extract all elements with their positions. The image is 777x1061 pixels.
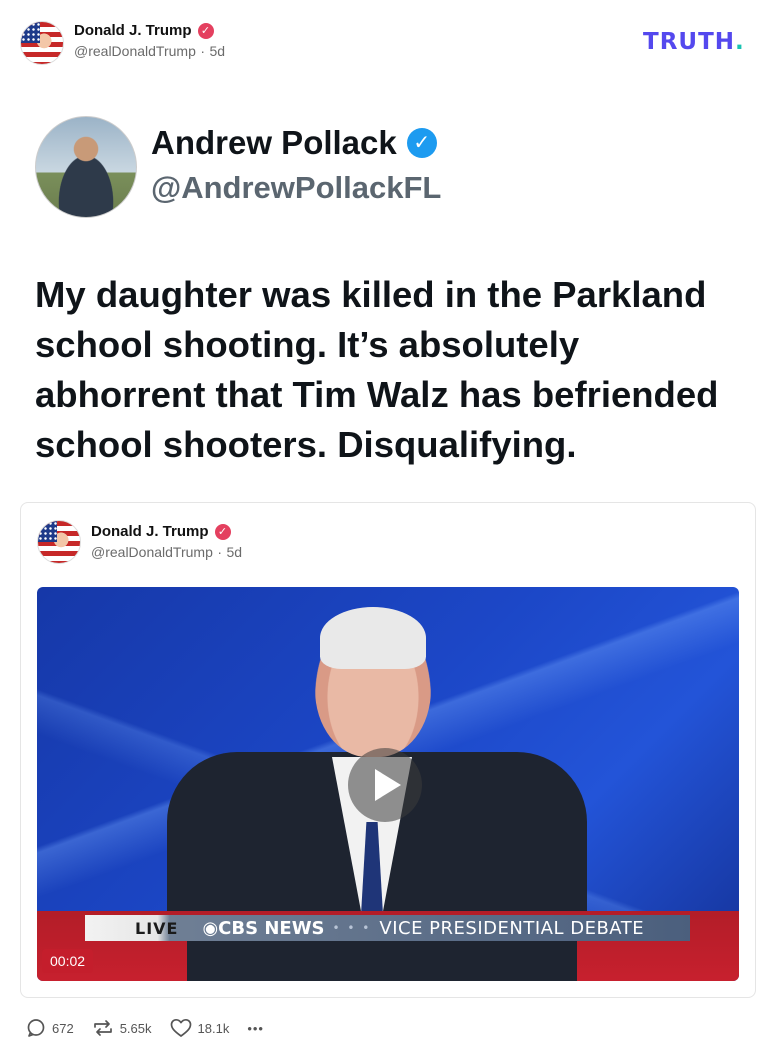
play-button[interactable] [348, 748, 422, 822]
video-speaker-lower [187, 941, 577, 981]
quoted-author-meta: @realDonaldTrump · 5d [91, 544, 242, 562]
more-icon: ••• [247, 1020, 264, 1036]
author-meta: @realDonaldTrump · 5d [74, 43, 225, 61]
play-icon [375, 769, 401, 801]
quoted-author-name[interactable]: Donald J. Trump [91, 523, 209, 540]
like-button[interactable]: 18.1k [170, 1018, 230, 1038]
quoted-author-block: Donald J. Trump ✓ @realDonaldTrump · 5d [91, 523, 242, 562]
video-timestamp: 00:02 [42, 949, 94, 973]
chyron-dots: • • • [332, 921, 372, 935]
quoted-post-card[interactable]: Donald J. Trump ✓ @realDonaldTrump · 5d … [20, 502, 756, 998]
post-age[interactable]: 5d [209, 43, 225, 59]
chyron-network: ◉CBS NEWS [202, 917, 325, 939]
reply-count: 672 [52, 1020, 74, 1036]
quoted-post-age[interactable]: 5d [226, 544, 242, 560]
author-name-row: Donald J. Trump ✓ [74, 22, 225, 39]
video-speaker-hair [320, 607, 426, 669]
quoted-name-row: Donald J. Trump ✓ [91, 523, 242, 540]
verified-icon: ✓ [214, 523, 231, 540]
truth-logo[interactable]: TRUTH. [643, 29, 745, 55]
quoted-author-avatar[interactable] [37, 520, 81, 564]
truth-logo-dot: . [735, 29, 745, 55]
truth-logo-text: TRUTH [643, 29, 736, 55]
retruth-count: 5.65k [119, 1020, 152, 1036]
retruth-icon [93, 1020, 112, 1036]
quoted-author-handle[interactable]: @realDonaldTrump [91, 544, 213, 560]
chyron-live: LIVE [135, 918, 179, 938]
embedded-avatar [35, 116, 137, 218]
like-icon [170, 1018, 191, 1037]
embedded-handle: @AndrewPollackFL [151, 170, 442, 205]
quoted-meta-separator: · [217, 544, 222, 560]
meta-separator: · [200, 43, 205, 59]
author-avatar[interactable] [20, 21, 64, 65]
embedded-author: Andrew Pollack ✓ @AndrewPollackFL [151, 124, 441, 206]
embedded-name-row: Andrew Pollack ✓ [151, 124, 441, 162]
reply-icon [27, 1019, 45, 1037]
chyron-topic: VICE PRESIDENTIAL DEBATE [379, 917, 645, 939]
embedded-name: Andrew Pollack [151, 124, 397, 161]
author-handle[interactable]: @realDonaldTrump [74, 43, 196, 59]
verified-icon: ✓ [197, 22, 214, 39]
reply-button[interactable]: 672 [26, 1018, 74, 1038]
more-button[interactable]: ••• [247, 1021, 264, 1036]
like-count: 18.1k [197, 1020, 230, 1036]
author-name[interactable]: Donald J. Trump [74, 22, 192, 39]
action-bar: 672 5.65k 18.1k ••• [26, 1018, 264, 1038]
embedded-text: My daughter was killed in the Parkland s… [35, 274, 719, 465]
verified-icon: ✓ [406, 128, 437, 158]
retruth-button[interactable]: 5.65k [92, 1018, 152, 1038]
video-player[interactable]: LIVE ◉CBS NEWS • • • VICE PRESIDENTIAL D… [37, 587, 739, 981]
author-block: Donald J. Trump ✓ @realDonaldTrump · 5d [74, 22, 225, 61]
video-chyron: LIVE ◉CBS NEWS • • • VICE PRESIDENTIAL D… [85, 915, 690, 941]
